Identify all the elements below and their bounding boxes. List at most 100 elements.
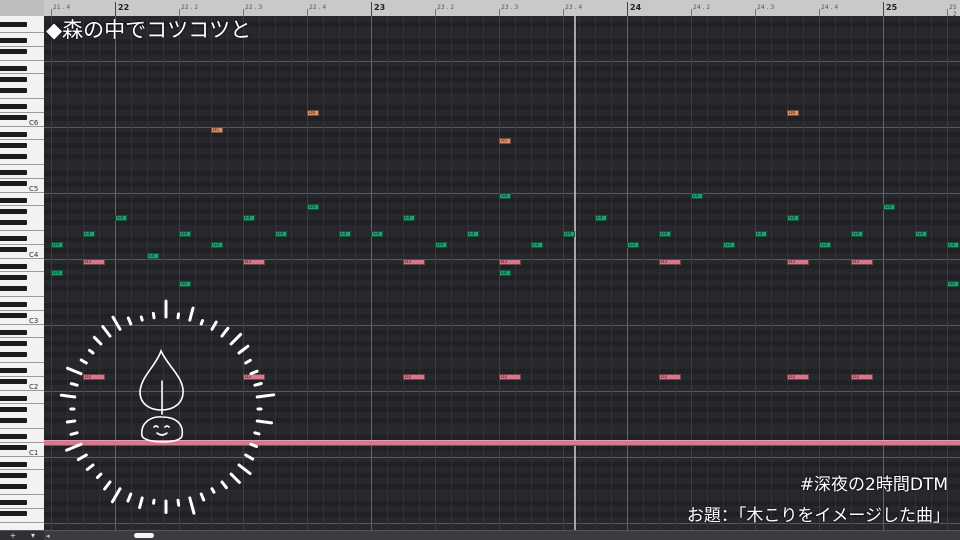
melody-note[interactable]: G4 [371,231,383,237]
chord-note-low[interactable]: D2 [403,374,425,380]
black-key[interactable] [0,49,27,55]
melody-note[interactable]: G4 [499,192,511,199]
lead-note[interactable]: D6 [787,110,799,116]
white-key[interactable] [0,164,44,166]
white-key[interactable] [0,428,44,430]
melody-note[interactable]: G4 [787,214,799,221]
melody-note[interactable]: A4 [179,280,191,287]
white-key[interactable] [0,177,44,179]
black-key[interactable] [0,511,27,517]
black-key[interactable] [0,445,27,451]
chord-note[interactable]: B3 [499,258,521,265]
black-key[interactable] [0,65,27,71]
melody-note[interactable]: G4 [915,231,927,237]
melody-note[interactable]: E4 [243,214,255,221]
black-key[interactable] [0,417,27,423]
black-key[interactable] [0,170,27,176]
menu-dropdown-icon[interactable]: ▾ [28,531,38,540]
white-key[interactable] [0,521,44,523]
chord-note-low[interactable]: D2 [659,374,681,380]
melody-note[interactable]: E4 [147,253,159,259]
melody-note[interactable]: G4 [51,269,63,276]
black-key[interactable] [0,219,27,225]
white-key[interactable] [0,469,44,471]
melody-note[interactable]: E4 [947,242,959,248]
piano-keyboard[interactable]: C6 C5 C4 C3 C2 C1 [0,16,45,530]
black-key[interactable] [0,38,27,44]
melody-note[interactable]: D4 [563,231,575,237]
black-key[interactable] [0,500,27,506]
black-key[interactable] [0,461,27,467]
chord-note[interactable]: B3 [243,258,265,265]
white-key[interactable] [0,205,44,207]
black-key[interactable] [0,472,27,478]
black-key[interactable] [0,181,27,187]
white-key[interactable] [0,111,44,113]
melody-note[interactable]: G4 [211,242,223,248]
black-key[interactable] [0,87,27,93]
black-key[interactable] [0,131,27,137]
melody-note[interactable]: E4 [531,242,543,248]
chord-note[interactable]: B3 [659,258,681,265]
melody-note[interactable]: G4 [819,242,831,248]
white-key[interactable] [0,230,44,232]
black-key[interactable] [0,274,27,280]
melody-note[interactable]: D4 [179,231,191,237]
chord-note[interactable]: B3 [403,258,425,265]
black-key[interactable] [0,76,27,82]
melody-note[interactable]: G4 [723,242,735,248]
black-key[interactable] [0,208,27,214]
lead-note[interactable]: A5 [499,137,511,144]
white-key[interactable] [0,375,44,377]
lead-note[interactable]: D6 [307,110,319,116]
chord-note-low[interactable]: D2 [499,374,521,380]
melody-note[interactable]: E4 [755,231,767,237]
black-key[interactable] [0,395,27,401]
black-key[interactable] [0,21,27,27]
black-key[interactable] [0,142,27,148]
black-key[interactable] [0,263,27,269]
white-key[interactable] [0,98,44,100]
melody-note[interactable]: D4 [51,242,63,248]
black-key[interactable] [0,236,27,242]
chord-note-low[interactable]: D2 [851,374,873,380]
scroll-left-button[interactable]: ◂ [46,531,50,540]
black-key[interactable] [0,197,27,203]
white-key[interactable] [0,73,44,75]
melody-note[interactable]: E4 [83,231,95,237]
black-key[interactable] [0,153,27,159]
melody-note[interactable]: E4 [499,269,511,276]
white-key[interactable] [0,271,44,273]
melody-note[interactable]: D4 [435,242,447,248]
white-key[interactable] [0,337,44,339]
add-button[interactable]: + [8,531,18,540]
melody-note[interactable]: G4 [115,214,127,221]
timeline-ruler[interactable]: 22 23 24 25 21 . 4 22 . 2 22 . 3 22 . 4 23 . 2 23… [44,0,960,17]
melody-note[interactable]: A4 [947,280,959,287]
melody-note[interactable]: G4 [627,242,639,248]
horizontal-scrollbar-thumb[interactable] [134,533,154,538]
melody-note[interactable]: G4 [883,203,895,210]
black-key[interactable] [0,302,27,308]
white-key[interactable] [0,362,44,364]
black-key[interactable] [0,379,27,385]
chord-note[interactable]: B3 [851,258,873,265]
white-key[interactable] [0,59,44,61]
white-key[interactable] [0,32,44,34]
playhead-cursor[interactable] [574,16,576,530]
black-key[interactable] [0,483,27,489]
melody-note[interactable]: E4 [595,214,607,221]
white-key[interactable] [0,507,44,509]
melody-note[interactable]: D4 [659,231,671,237]
melody-note[interactable]: D4 [275,231,287,237]
melody-note[interactable]: D4 [307,203,319,210]
melody-note[interactable]: E4 [467,231,479,237]
white-key[interactable] [0,45,44,47]
black-key[interactable] [0,340,27,346]
melody-note[interactable]: E4 [403,214,415,221]
white-key[interactable] [0,139,44,141]
black-key[interactable] [0,351,27,357]
melody-note[interactable]: G4 [851,231,863,237]
white-key[interactable] [0,441,44,443]
black-key[interactable] [0,313,27,319]
